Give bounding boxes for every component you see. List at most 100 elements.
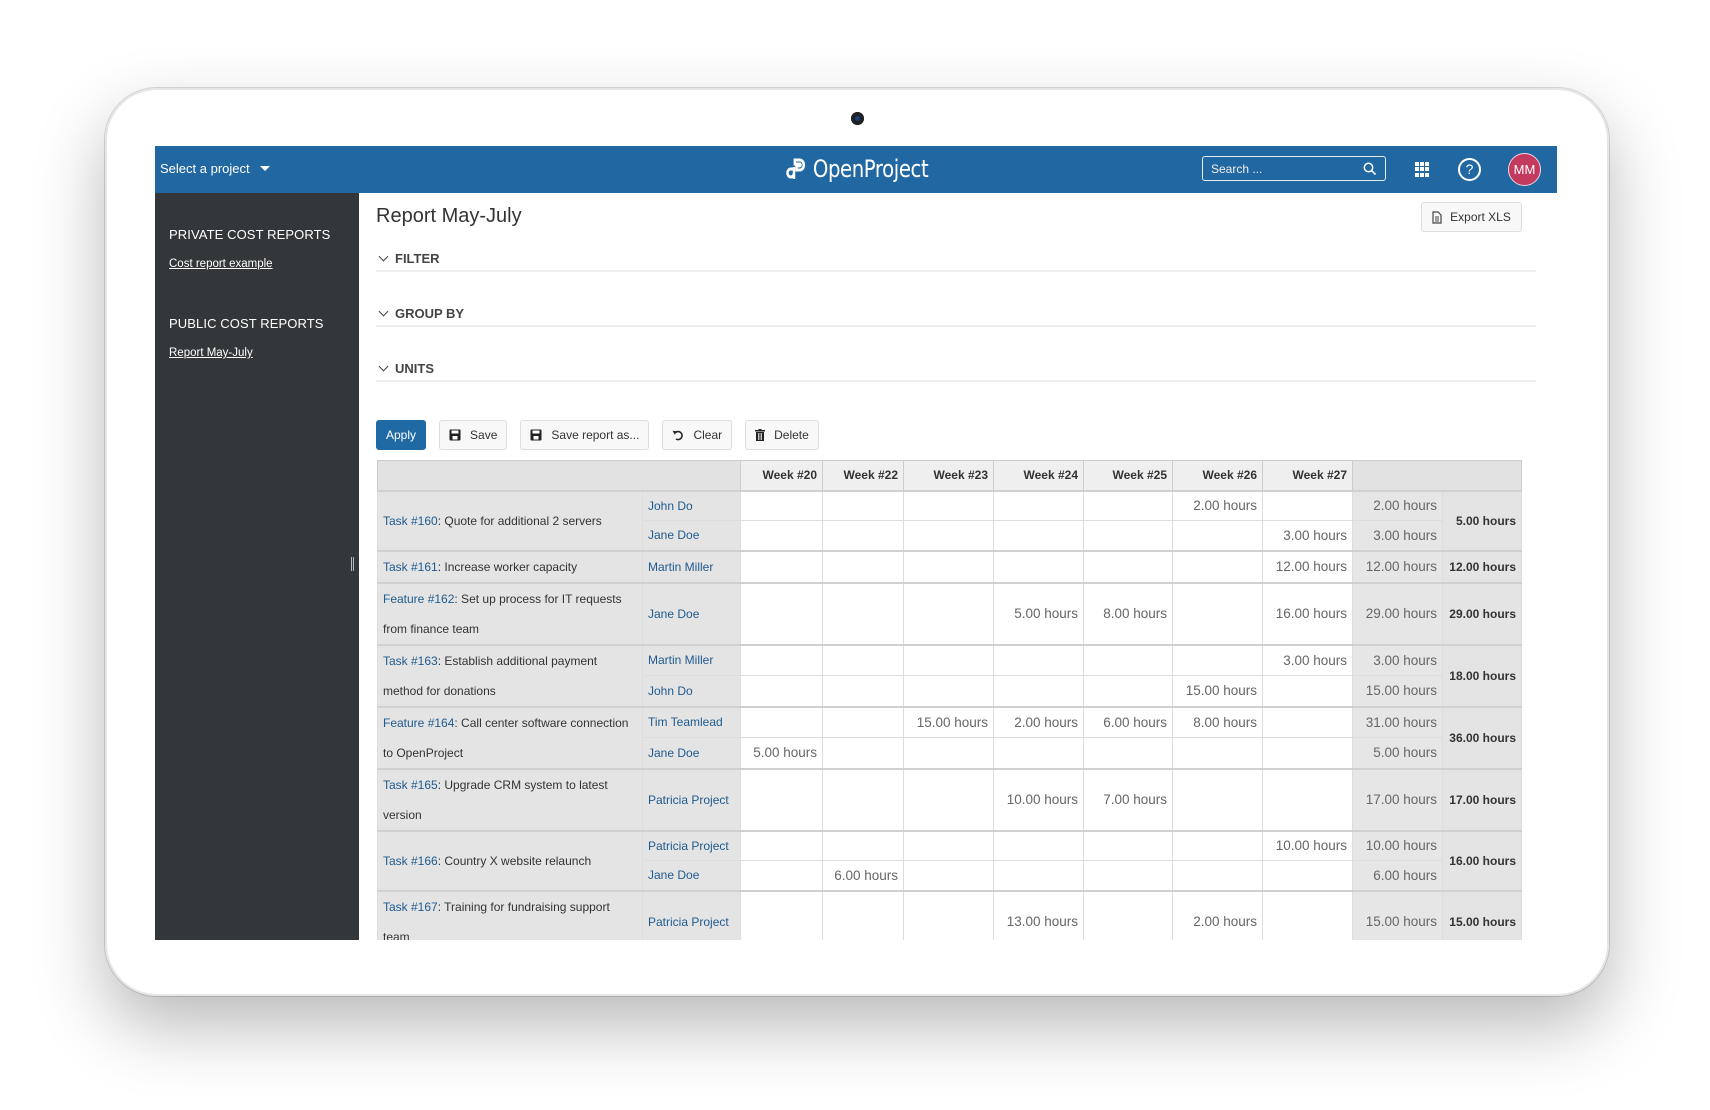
hours-cell[interactable]: 3.00 hours: [1262, 643, 1353, 676]
sidebar-resize-handle[interactable]: [351, 557, 354, 571]
user-subtotal-cell: 10.00 hours: [1352, 829, 1443, 861]
hours-cell: [903, 889, 994, 940]
hours-cell: [993, 737, 1084, 769]
filter-label: FILTER: [395, 251, 440, 266]
work-package-link[interactable]: Feature #164: [383, 716, 454, 730]
apply-button[interactable]: Apply: [376, 420, 427, 450]
app-screen: Select a project OpenProject Search ... …: [155, 146, 1557, 940]
hours-cell[interactable]: 10.00 hours: [993, 767, 1084, 831]
work-package-total-cell: 5.00 hours: [1442, 489, 1522, 551]
table-row: Task #163: Establish additional payment …: [377, 643, 1522, 707]
user-avatar[interactable]: MM: [1508, 153, 1541, 186]
table-row: Task #160: Quote for additional 2 server…: [377, 489, 1522, 551]
undo-icon: [672, 430, 684, 440]
user-link[interactable]: Jane Doe: [648, 528, 699, 542]
hours-cell: [1172, 520, 1263, 551]
work-package-link[interactable]: Task #165: [383, 778, 438, 792]
hours-cell[interactable]: 2.00 hours: [1172, 889, 1263, 940]
hours-cell[interactable]: 13.00 hours: [993, 889, 1084, 940]
work-package-link[interactable]: Task #166: [383, 854, 438, 868]
work-package-link[interactable]: Task #161: [383, 560, 438, 574]
user-link[interactable]: Tim Teamlead: [648, 715, 723, 729]
table-row: Feature #164: Call center software conne…: [377, 705, 1522, 769]
project-select-dropdown[interactable]: Select a project: [160, 161, 270, 176]
work-package-link[interactable]: Task #160: [383, 514, 438, 528]
user-subtotal-cell: 3.00 hours: [1352, 643, 1443, 676]
user-cell: John Do: [642, 489, 741, 521]
help-icon[interactable]: ?: [1458, 158, 1481, 181]
work-package-total-cell: 16.00 hours: [1442, 829, 1522, 891]
hours-cell: [1262, 675, 1353, 707]
hours-cell[interactable]: 2.00 hours: [1172, 489, 1263, 521]
hours-cell[interactable]: 15.00 hours: [1172, 675, 1263, 707]
hours-cell: [740, 643, 823, 676]
user-link[interactable]: John Do: [648, 499, 693, 513]
group-by-section-toggle[interactable]: GROUP BY: [376, 302, 1536, 327]
hours-cell[interactable]: 12.00 hours: [1262, 549, 1353, 583]
user-link[interactable]: Patricia Project: [648, 915, 729, 929]
table-row: Task #165: Upgrade CRM system to latest …: [377, 767, 1522, 831]
search-icon[interactable]: [1363, 162, 1377, 176]
hours-cell[interactable]: 5.00 hours: [740, 737, 823, 769]
save-button[interactable]: Save: [439, 420, 508, 450]
hours-cell: [993, 860, 1084, 891]
user-link[interactable]: Martin Miller: [648, 653, 713, 667]
work-package-link[interactable]: Feature #162: [383, 592, 454, 606]
hours-cell: [993, 643, 1084, 676]
delete-button[interactable]: Delete: [745, 420, 819, 450]
filter-section-toggle[interactable]: FILTER: [376, 247, 1536, 272]
hours-cell[interactable]: 10.00 hours: [1262, 829, 1353, 861]
hours-cell[interactable]: 5.00 hours: [993, 581, 1084, 645]
hours-cell[interactable]: 6.00 hours: [1083, 705, 1173, 738]
hours-cell[interactable]: 6.00 hours: [822, 860, 904, 891]
user-link[interactable]: Jane Doe: [648, 868, 699, 882]
hours-cell[interactable]: 15.00 hours: [903, 705, 994, 738]
hours-cell: [822, 767, 904, 831]
header-blank: [377, 460, 741, 491]
report-toolbar: Apply Save Save report as... Clear Delet…: [376, 420, 819, 450]
save-report-as-button[interactable]: Save report as...: [520, 420, 650, 450]
hours-cell[interactable]: 7.00 hours: [1083, 767, 1173, 831]
delete-label: Delete: [774, 428, 809, 442]
search-input[interactable]: [1211, 161, 1361, 176]
user-link[interactable]: Patricia Project: [648, 793, 729, 807]
hours-cell[interactable]: 3.00 hours: [1262, 520, 1353, 551]
hours-cell: [903, 549, 994, 583]
export-label: Export XLS: [1450, 210, 1511, 224]
sidebar-link-report-may-july[interactable]: Report May-July: [169, 347, 253, 359]
clear-button[interactable]: Clear: [662, 420, 733, 450]
user-link[interactable]: Martin Miller: [648, 560, 713, 574]
clear-label: Clear: [693, 428, 723, 442]
hours-cell: [993, 489, 1084, 521]
hours-cell[interactable]: 8.00 hours: [1172, 705, 1263, 738]
hours-cell: [1083, 520, 1173, 551]
work-package-link[interactable]: Task #167: [383, 900, 438, 914]
hours-cell: [822, 737, 904, 769]
hours-cell: [1262, 860, 1353, 891]
user-link[interactable]: John Do: [648, 684, 693, 698]
units-section-toggle[interactable]: UNITS: [376, 357, 1536, 382]
hours-cell[interactable]: 2.00 hours: [993, 705, 1084, 738]
user-link[interactable]: Jane Doe: [648, 607, 699, 621]
sidebar-link-cost-report-example[interactable]: Cost report example: [169, 258, 273, 270]
work-package-total-cell: 15.00 hours: [1442, 889, 1522, 940]
user-cell: Patricia Project: [642, 829, 741, 861]
user-link[interactable]: Patricia Project: [648, 839, 729, 853]
hours-cell: [740, 549, 823, 583]
save-as-label: Save report as...: [551, 428, 640, 442]
user-subtotal-cell: 31.00 hours: [1352, 705, 1443, 738]
work-package-total-cell: 29.00 hours: [1442, 581, 1522, 645]
modules-grid-icon[interactable]: [1415, 162, 1430, 177]
user-link[interactable]: Jane Doe: [648, 746, 699, 760]
hours-cell[interactable]: 16.00 hours: [1262, 581, 1353, 645]
user-cell: Jane Doe: [642, 581, 741, 645]
work-package-title: : Country X website relaunch: [437, 853, 592, 868]
export-xls-button[interactable]: Export XLS: [1421, 202, 1522, 232]
hours-cell: [822, 889, 904, 940]
search-box[interactable]: [1202, 156, 1386, 181]
hours-cell[interactable]: 8.00 hours: [1083, 581, 1173, 645]
hours-cell: [1262, 737, 1353, 769]
openproject-logo[interactable]: OpenProject: [785, 155, 929, 183]
work-package-link[interactable]: Task #163: [383, 654, 438, 668]
user-subtotal-cell: 15.00 hours: [1352, 889, 1443, 940]
